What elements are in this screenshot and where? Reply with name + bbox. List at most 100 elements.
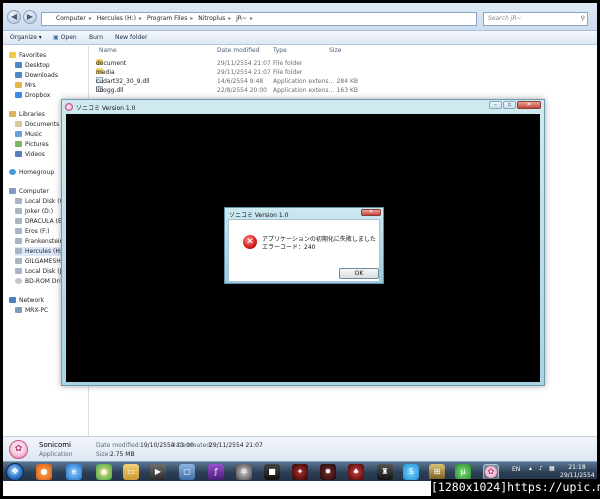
sonicomi-taskbar-icon[interactable]: ✿: [483, 464, 499, 480]
breadcrumb-drive[interactable]: Hercules (H:): [97, 15, 136, 22]
firefox-icon[interactable]: ●: [36, 464, 52, 480]
monitor-icon[interactable]: ▢: [179, 464, 195, 480]
burn-button[interactable]: Burn: [89, 33, 103, 43]
sonicomi-app-icon: ✿: [9, 440, 28, 459]
pictures-icon: [15, 141, 22, 147]
resolution-caption: [1280x1024]https://upic.me/: [431, 479, 600, 496]
volume-icon[interactable]: ♪: [539, 465, 543, 472]
file-date: 29/11/2554 21:07: [217, 60, 271, 67]
file-size: 163 KB: [336, 87, 358, 94]
nav-homegroup[interactable]: Homegroup: [9, 168, 54, 177]
documents-icon: [15, 121, 22, 127]
nav-drive-e[interactable]: DRACULA (E:): [15, 217, 66, 226]
search-input[interactable]: Search jR~ ⚲: [483, 12, 588, 26]
nav-mrs[interactable]: Mrs: [15, 81, 36, 90]
forward-arrow-icon[interactable]: ▶: [23, 10, 37, 24]
nav-documents[interactable]: Documents: [15, 120, 59, 129]
network-tray-icon[interactable]: ▦: [549, 465, 555, 472]
nav-computer[interactable]: Computer: [9, 187, 49, 196]
details-size: 2.75 MB: [110, 451, 135, 458]
nav-mrx-pc[interactable]: MRX-PC: [15, 306, 48, 315]
video-app-icon[interactable]: ■: [264, 464, 280, 480]
clock[interactable]: 21:18 29/11/2554: [560, 464, 595, 480]
nav-network[interactable]: Network: [9, 296, 44, 305]
column-type[interactable]: Type: [273, 47, 287, 54]
column-date-modified[interactable]: Date modified: [217, 47, 260, 54]
back-arrow-icon[interactable]: ◀: [7, 10, 21, 24]
desktop-screen: ◀ ▶ Computer ▸ Hercules (H:) ▸ Program Fil…: [3, 3, 597, 496]
drive-icon: [15, 218, 22, 224]
new-folder-button[interactable]: New folder: [115, 33, 147, 43]
tray-expand-icon[interactable]: ▴: [529, 465, 532, 472]
details-date-created: 29/11/2554 21:07: [209, 442, 263, 449]
details-date-created-label: Date created:: [171, 442, 213, 449]
nav-favorites[interactable]: Favorites: [9, 51, 46, 60]
folder-taskbar-icon[interactable]: ▭: [123, 464, 139, 480]
desktop-icon: [15, 62, 22, 68]
organize-button[interactable]: Organize ▾: [10, 33, 42, 43]
flash-icon[interactable]: ƒ: [208, 464, 224, 480]
skype-icon[interactable]: S: [403, 464, 419, 480]
nav-desktop[interactable]: Desktop: [15, 61, 50, 70]
error-message-line2: エラーコード：240: [262, 244, 316, 251]
breadcrumb-computer[interactable]: Computer: [56, 15, 86, 22]
game-icon[interactable]: ✦: [292, 464, 308, 480]
library-icon: [9, 111, 16, 117]
details-size-label: Size:: [96, 451, 111, 458]
open-icon: ▣: [53, 34, 59, 41]
nav-videos[interactable]: Videos: [15, 150, 45, 159]
taskbar: ❖ ● e ◉ ▭ ▶ ▢ ƒ ✲ ■ ✦ ✹ ♠ ♜ S ⊞ µ ✿ EN ▴…: [3, 461, 597, 481]
breadcrumb-program-files[interactable]: Program Files: [147, 15, 187, 22]
column-size[interactable]: Size: [329, 47, 341, 54]
file-name: document: [96, 60, 127, 67]
nav-drive-g[interactable]: Frankenstein: [15, 237, 63, 246]
chrome-icon[interactable]: ◉: [96, 464, 112, 480]
details-pane: ✿ Sonicomi Application Date modified: 19…: [3, 436, 597, 461]
game-icon[interactable]: ✹: [320, 464, 336, 480]
ok-button[interactable]: OK: [339, 268, 379, 279]
breadcrumb-nitroplus[interactable]: Nitroplus: [198, 15, 225, 22]
breadcrumb-current-folder[interactable]: jR~: [236, 15, 247, 22]
error-dialog-body: ✕ アプリケーションの初期化に失敗しました エラーコード：240 OK: [228, 219, 380, 282]
address-bar[interactable]: Computer ▸ Hercules (H:) ▸ Program Files ▸ …: [41, 12, 477, 26]
network-icon: [9, 297, 16, 303]
drive-icon: [15, 228, 22, 234]
file-row[interactable]: media 29/11/2554 21:07 File folder: [96, 68, 396, 77]
music-icon: [15, 131, 22, 137]
nav-music[interactable]: Music: [15, 130, 42, 139]
nav-dropbox[interactable]: Dropbox: [15, 91, 50, 100]
media-player-icon[interactable]: ▶: [150, 464, 166, 480]
film-reel-icon[interactable]: ✲: [236, 464, 252, 480]
column-name[interactable]: Name: [99, 47, 117, 54]
game-icon[interactable]: ♠: [348, 464, 364, 480]
file-row[interactable]: document 29/11/2554 21:07 File folder: [96, 59, 396, 68]
file-row[interactable]: cudart32_30_9.dll 14/6/2554 9:48 Applica…: [96, 77, 396, 86]
close-icon[interactable]: ✕: [361, 209, 381, 216]
close-icon[interactable]: ✕: [517, 101, 541, 109]
file-row[interactable]: libogg.dll 22/8/2554 20:00 Application e…: [96, 86, 396, 95]
computer-icon: [9, 188, 16, 194]
file-date: 14/6/2554 9:48: [217, 78, 264, 85]
windows-app-icon[interactable]: ⊞: [429, 464, 445, 480]
internet-explorer-icon[interactable]: e: [66, 464, 82, 480]
nav-pictures[interactable]: Pictures: [15, 140, 49, 149]
error-dialog: ソニコミ Version 1.0 ✕ ✕ アプリケーションの初期化に失敗しました…: [224, 207, 384, 284]
computer-icon: [15, 307, 22, 313]
nav-bd-rom[interactable]: BD-ROM Drive: [15, 277, 68, 286]
language-indicator[interactable]: EN: [512, 466, 520, 473]
start-button[interactable]: ❖: [6, 463, 24, 481]
nav-drive-h[interactable]: Hercules (H:): [15, 247, 65, 256]
open-button[interactable]: ▣ Open: [53, 33, 77, 43]
game-icon[interactable]: ♜: [377, 464, 393, 480]
nav-drive-gilgamesh[interactable]: GILGAMESH: [15, 257, 61, 266]
nav-drive-j[interactable]: Local Disk (J:): [15, 267, 66, 276]
utorrent-icon[interactable]: µ: [455, 464, 471, 480]
details-file-kind: Application: [39, 451, 73, 458]
search-icon: ⚲: [580, 15, 585, 22]
nav-downloads[interactable]: Downloads: [15, 71, 58, 80]
nav-libraries[interactable]: Libraries: [9, 110, 45, 119]
nav-drive-f[interactable]: Eros (F:): [15, 227, 50, 236]
minimize-icon[interactable]: –: [489, 101, 502, 109]
nav-drive-d[interactable]: Joker (D:): [15, 207, 53, 216]
maximize-icon[interactable]: ▫: [503, 101, 516, 109]
